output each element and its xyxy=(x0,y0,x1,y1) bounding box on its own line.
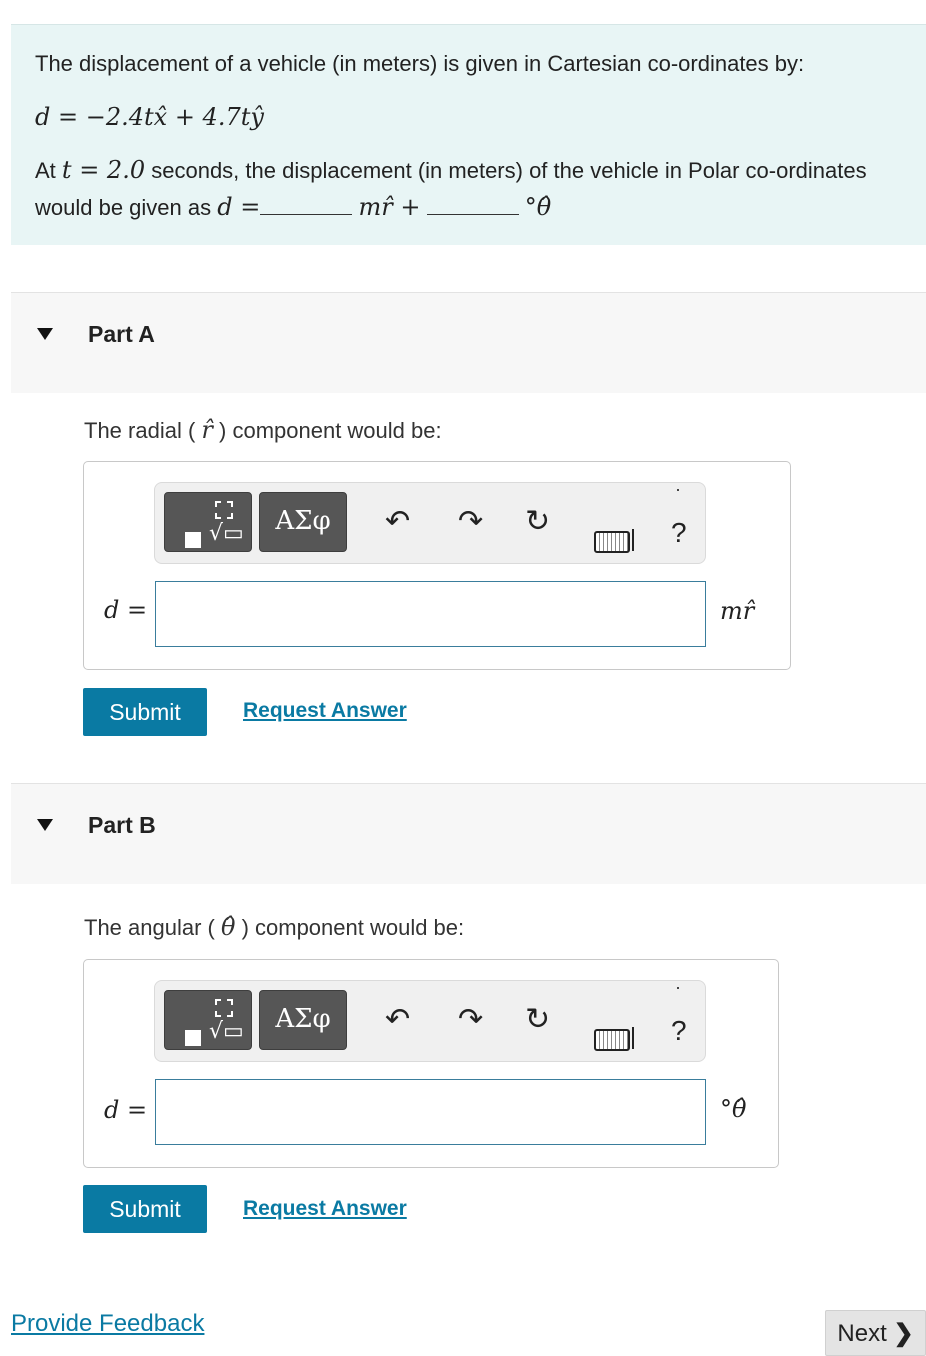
displacement-equation: d = −2.4tx̂ + 4.7tŷ xyxy=(35,103,264,131)
part-b-header[interactable]: Part B xyxy=(11,783,926,884)
d-label: d = xyxy=(104,596,148,624)
undo-icon[interactable]: ↶ xyxy=(385,507,410,537)
greek-symbols-button[interactable]: ΑΣφ xyxy=(259,492,347,552)
template-square-icon xyxy=(185,532,201,548)
greek-symbols-button[interactable]: ΑΣφ xyxy=(259,990,347,1050)
fraction-icon xyxy=(215,999,233,1017)
reset-icon[interactable]: ↻ xyxy=(525,1005,550,1035)
reset-icon[interactable]: ↻ xyxy=(525,507,550,537)
part-a-title: Part A xyxy=(88,321,155,347)
part-b-prompt-suffix: ) component would be: xyxy=(241,915,465,940)
intro-at: At xyxy=(35,158,56,183)
radical-icon: √▭ xyxy=(209,1019,244,1044)
intro-angular-unit: °θ̂ xyxy=(524,193,552,221)
intro-polar-text: would be given as d = mr̂ + °θ̂ xyxy=(35,193,551,221)
radial-unit-label: mr̂ xyxy=(720,597,755,625)
fraction-icon xyxy=(215,501,233,519)
templates-button[interactable]: √▭ xyxy=(164,990,252,1050)
part-a-prompt: The radial ( r̂ ) component would be: xyxy=(84,416,442,444)
angular-answer-input[interactable] xyxy=(155,1079,706,1145)
keyboard-icon[interactable] xyxy=(594,531,630,553)
part-b-answer-box: √▭ ΑΣφ ↶ ↷ ↻ ? d = °θ̂ xyxy=(83,959,779,1168)
math-toolbar: √▭ ΑΣφ ↶ ↷ ↻ ? xyxy=(154,482,706,564)
redo-icon[interactable]: ↷ xyxy=(458,1005,483,1035)
intro-time-value: t = 2.0 xyxy=(61,156,146,184)
radial-answer-input[interactable] xyxy=(155,581,706,647)
keyboard-shortcut-icon xyxy=(632,1027,634,1049)
part-a-request-answer-link[interactable]: Request Answer xyxy=(243,699,407,723)
undo-icon[interactable]: ↶ xyxy=(385,1005,410,1035)
part-b-prompt: The angular ( θ̂ ) component would be: xyxy=(84,913,464,941)
intro-time-suffix: seconds, the displacement (in meters) of… xyxy=(151,158,867,183)
toolbar-dot xyxy=(677,987,679,989)
problem-statement: The displacement of a vehicle (in meters… xyxy=(11,24,926,245)
next-label: Next xyxy=(837,1319,887,1347)
intro-text: The displacement of a vehicle (in meters… xyxy=(35,51,805,76)
radical-icon: √▭ xyxy=(209,521,244,546)
d-label: d = xyxy=(104,1096,148,1124)
intro-given-as: would be given as xyxy=(35,195,212,220)
redo-icon[interactable]: ↷ xyxy=(458,507,483,537)
template-square-icon xyxy=(185,1030,201,1046)
blank-1 xyxy=(260,196,353,215)
part-a-submit-button[interactable]: Submit xyxy=(83,688,207,736)
part-a-answer-box: √▭ ΑΣφ ↶ ↷ ↻ ? d = mr̂ xyxy=(83,461,791,670)
help-button[interactable]: ? xyxy=(671,1015,687,1047)
templates-button[interactable]: √▭ xyxy=(164,492,252,552)
math-toolbar: √▭ ΑΣφ ↶ ↷ ↻ ? xyxy=(154,980,706,1062)
part-a-header[interactable]: Part A xyxy=(11,292,926,393)
part-a-prompt-symbol: r̂ xyxy=(201,416,213,444)
keyboard-shortcut-icon xyxy=(632,529,634,551)
part-a-prompt-suffix: ) component would be: xyxy=(219,418,442,443)
keyboard-icon[interactable] xyxy=(594,1029,630,1051)
intro-time-text: At t = 2.0 seconds, the displacement (in… xyxy=(35,156,867,184)
part-b-title: Part B xyxy=(88,812,156,838)
part-b-prompt-symbol: θ̂ xyxy=(220,913,236,941)
intro-d-eq: d = xyxy=(217,193,261,221)
toolbar-dot xyxy=(677,489,679,491)
part-b-request-answer-link[interactable]: Request Answer xyxy=(243,1197,407,1221)
part-b-prompt-prefix: The angular ( xyxy=(84,915,215,940)
part-a-prompt-prefix: The radial ( xyxy=(84,418,196,443)
part-b-submit-button[interactable]: Submit xyxy=(83,1185,207,1233)
angular-unit-label: °θ̂ xyxy=(720,1095,747,1123)
provide-feedback-link[interactable]: Provide Feedback xyxy=(11,1310,204,1338)
next-button[interactable]: Next ❯ xyxy=(825,1310,926,1356)
collapse-triangle-icon[interactable] xyxy=(37,819,53,831)
intro-radial-unit: mr̂ + xyxy=(358,193,421,221)
help-button[interactable]: ? xyxy=(671,517,687,549)
collapse-triangle-icon[interactable] xyxy=(37,328,53,340)
chevron-right-icon: ❯ xyxy=(893,1319,914,1347)
blank-2 xyxy=(426,196,519,215)
